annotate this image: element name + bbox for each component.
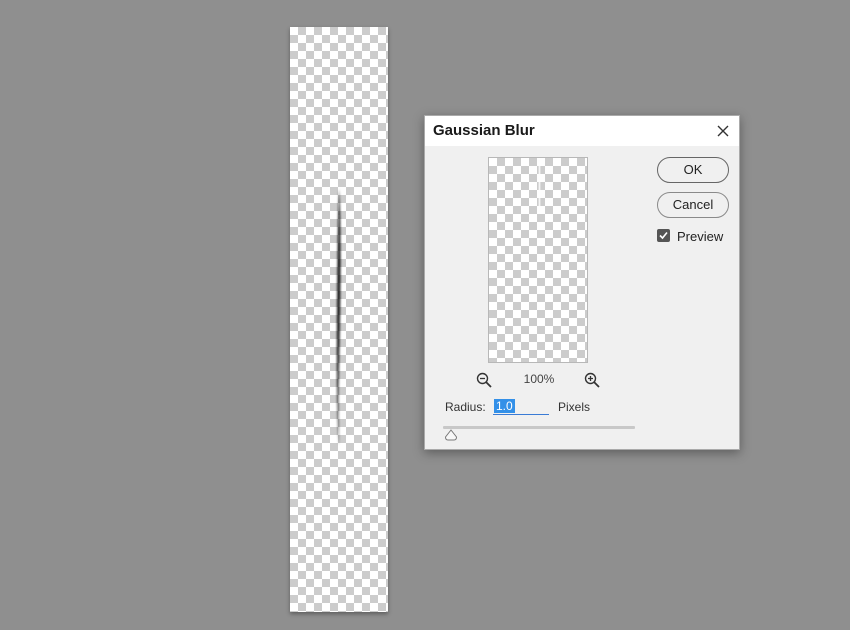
- radius-label: Radius:: [445, 400, 486, 414]
- zoom-level: 100%: [523, 372, 555, 386]
- ok-button[interactable]: OK: [657, 157, 729, 183]
- zoom-in-icon[interactable]: [583, 371, 601, 389]
- preview-stroke: [538, 158, 541, 210]
- document-canvas[interactable]: [290, 27, 388, 612]
- cancel-button[interactable]: Cancel: [657, 192, 729, 218]
- preview-pane[interactable]: [488, 157, 588, 363]
- dialog-title: Gaussian Blur: [433, 122, 535, 139]
- photoshop-workspace: Gaussian Blur 100% Radius: 1.0 Pixels OK…: [0, 0, 850, 630]
- preview-label: Preview: [677, 229, 724, 244]
- zoom-out-icon[interactable]: [475, 371, 493, 389]
- close-icon[interactable]: [713, 121, 733, 141]
- dialog-titlebar[interactable]: Gaussian Blur: [425, 116, 739, 146]
- radius-slider-track[interactable]: [443, 426, 635, 429]
- units-label: Pixels: [558, 400, 591, 414]
- preview-checkbox[interactable]: [657, 229, 670, 242]
- slider-thumb-icon[interactable]: [444, 429, 458, 441]
- zoom-controls: 100%: [475, 370, 605, 390]
- check-icon: [659, 231, 668, 240]
- close-button[interactable]: [713, 121, 733, 141]
- gaussian-blur-dialog: Gaussian Blur 100% Radius: 1.0 Pixels OK…: [424, 115, 740, 450]
- radius-input[interactable]: [493, 398, 549, 415]
- blurred-brush-stroke: [336, 189, 341, 445]
